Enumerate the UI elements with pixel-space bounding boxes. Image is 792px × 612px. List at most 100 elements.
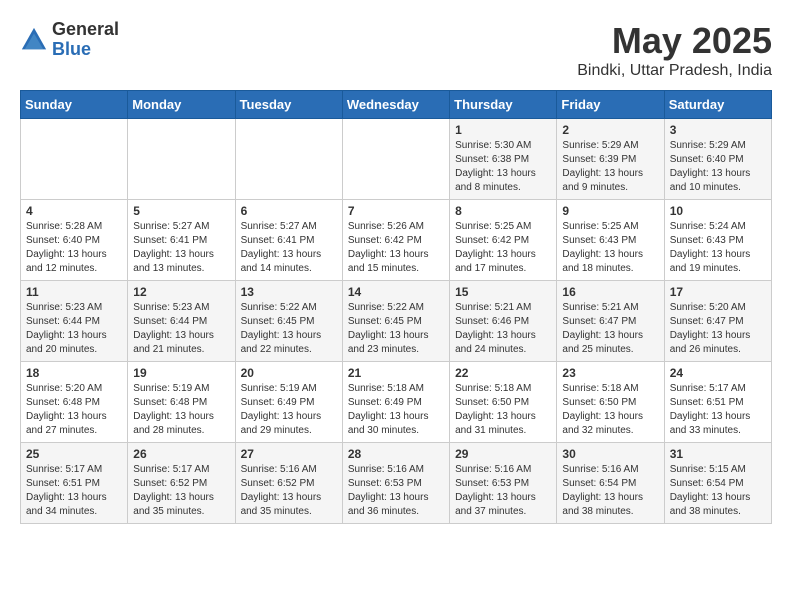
day-number: 21 — [348, 366, 444, 380]
calendar-cell: 4 Sunrise: 5:28 AM Sunset: 6:40 PM Daylig… — [21, 200, 128, 281]
calendar-week-5: 25 Sunrise: 5:17 AM Sunset: 6:51 PM Dayli… — [21, 443, 772, 524]
day-info: Sunrise: 5:22 AM Sunset: 6:45 PM Dayligh… — [241, 301, 337, 357]
calendar-week-4: 18 Sunrise: 5:20 AM Sunset: 6:48 PM Dayli… — [21, 362, 772, 443]
day-number: 26 — [133, 447, 229, 461]
day-number: 15 — [455, 285, 551, 299]
day-info: Sunrise: 5:17 AM Sunset: 6:51 PM Dayligh… — [26, 463, 122, 519]
calendar-cell: 25 Sunrise: 5:17 AM Sunset: 6:51 PM Dayli… — [21, 443, 128, 524]
day-number: 10 — [670, 204, 766, 218]
day-info: Sunrise: 5:16 AM Sunset: 6:53 PM Dayligh… — [348, 463, 444, 519]
day-number: 12 — [133, 285, 229, 299]
calendar-cell: 17Sunrise: 5:20 AM Sunset: 6:47 PM Dayli… — [664, 281, 771, 362]
calendar-cell: 20 Sunrise: 5:19 AM Sunset: 6:49 PM Dayli… — [235, 362, 342, 443]
calendar-cell: 24Sunrise: 5:17 AM Sunset: 6:51 PM Dayli… — [664, 362, 771, 443]
title-block: May 2025 Bindki, Uttar Pradesh, India — [577, 20, 772, 80]
day-info: Sunrise: 5:25 AM Sunset: 6:42 PM Dayligh… — [455, 220, 551, 276]
day-info: Sunrise: 5:19 AM Sunset: 6:48 PM Dayligh… — [133, 382, 229, 438]
calendar-cell: 8 Sunrise: 5:25 AM Sunset: 6:42 PM Daylig… — [450, 200, 557, 281]
day-info: Sunrise: 5:18 AM Sunset: 6:50 PM Dayligh… — [455, 382, 551, 438]
day-info: Sunrise: 5:27 AM Sunset: 6:41 PM Dayligh… — [241, 220, 337, 276]
calendar-cell: 3 Sunrise: 5:29 AM Sunset: 6:40 PM Daylig… — [664, 119, 771, 200]
day-number: 13 — [241, 285, 337, 299]
header-monday: Monday — [128, 91, 235, 119]
logo-blue: Blue — [52, 40, 119, 60]
day-number: 23 — [562, 366, 658, 380]
day-info: Sunrise: 5:16 AM Sunset: 6:54 PM Dayligh… — [562, 463, 658, 519]
calendar-cell: 5 Sunrise: 5:27 AM Sunset: 6:41 PM Daylig… — [128, 200, 235, 281]
calendar-cell: 27 Sunrise: 5:16 AM Sunset: 6:52 PM Dayli… — [235, 443, 342, 524]
day-info: Sunrise: 5:27 AM Sunset: 6:41 PM Dayligh… — [133, 220, 229, 276]
logo: General Blue — [20, 20, 119, 60]
day-number: 31 — [670, 447, 766, 461]
day-number: 27 — [241, 447, 337, 461]
calendar-cell: 31 Sunrise: 5:15 AM Sunset: 6:54 PM Dayli… — [664, 443, 771, 524]
day-info: Sunrise: 5:19 AM Sunset: 6:49 PM Dayligh… — [241, 382, 337, 438]
calendar-cell: 26 Sunrise: 5:17 AM Sunset: 6:52 PM Dayli… — [128, 443, 235, 524]
day-number: 30 — [562, 447, 658, 461]
day-info: Sunrise: 5:17 AM Sunset: 6:52 PM Dayligh… — [133, 463, 229, 519]
calendar-cell — [235, 119, 342, 200]
day-number: 18 — [26, 366, 122, 380]
day-number: 22 — [455, 366, 551, 380]
day-number: 24 — [670, 366, 766, 380]
calendar-cell: 2 Sunrise: 5:29 AM Sunset: 6:39 PM Daylig… — [557, 119, 664, 200]
day-number: 28 — [348, 447, 444, 461]
logo-general: General — [52, 20, 119, 40]
calendar-cell: 10 Sunrise: 5:24 AM Sunset: 6:43 PM Dayli… — [664, 200, 771, 281]
header-sunday: Sunday — [21, 91, 128, 119]
day-info: Sunrise: 5:20 AM Sunset: 6:48 PM Dayligh… — [26, 382, 122, 438]
day-number: 4 — [26, 204, 122, 218]
header-thursday: Thursday — [450, 91, 557, 119]
day-info: Sunrise: 5:29 AM Sunset: 6:39 PM Dayligh… — [562, 139, 658, 195]
day-number: 19 — [133, 366, 229, 380]
day-info: Sunrise: 5:23 AM Sunset: 6:44 PM Dayligh… — [133, 301, 229, 357]
day-info: Sunrise: 5:21 AM Sunset: 6:47 PM Dayligh… — [562, 301, 658, 357]
calendar-cell: 15 Sunrise: 5:21 AM Sunset: 6:46 PM Dayli… — [450, 281, 557, 362]
logo-icon — [20, 26, 48, 54]
day-number: 7 — [348, 204, 444, 218]
day-info: Sunrise: 5:24 AM Sunset: 6:43 PM Dayligh… — [670, 220, 766, 276]
calendar-cell: 7 Sunrise: 5:26 AM Sunset: 6:42 PM Daylig… — [342, 200, 449, 281]
day-number: 5 — [133, 204, 229, 218]
calendar-cell: 1 Sunrise: 5:30 AM Sunset: 6:38 PM Daylig… — [450, 119, 557, 200]
day-number: 2 — [562, 123, 658, 137]
calendar-cell: 16Sunrise: 5:21 AM Sunset: 6:47 PM Dayli… — [557, 281, 664, 362]
day-info: Sunrise: 5:22 AM Sunset: 6:45 PM Dayligh… — [348, 301, 444, 357]
day-number: 11 — [26, 285, 122, 299]
calendar-cell: 13 Sunrise: 5:22 AM Sunset: 6:45 PM Dayli… — [235, 281, 342, 362]
day-number: 3 — [670, 123, 766, 137]
calendar-table: SundayMondayTuesdayWednesdayThursdayFrid… — [20, 90, 772, 524]
calendar-week-2: 4 Sunrise: 5:28 AM Sunset: 6:40 PM Daylig… — [21, 200, 772, 281]
day-number: 6 — [241, 204, 337, 218]
calendar-cell: 22 Sunrise: 5:18 AM Sunset: 6:50 PM Dayli… — [450, 362, 557, 443]
day-info: Sunrise: 5:28 AM Sunset: 6:40 PM Dayligh… — [26, 220, 122, 276]
day-number: 9 — [562, 204, 658, 218]
day-number: 8 — [455, 204, 551, 218]
calendar-cell: 28 Sunrise: 5:16 AM Sunset: 6:53 PM Dayli… — [342, 443, 449, 524]
calendar-cell: 14 Sunrise: 5:22 AM Sunset: 6:45 PM Dayli… — [342, 281, 449, 362]
day-number: 20 — [241, 366, 337, 380]
day-info: Sunrise: 5:16 AM Sunset: 6:53 PM Dayligh… — [455, 463, 551, 519]
header-wednesday: Wednesday — [342, 91, 449, 119]
calendar-cell — [21, 119, 128, 200]
day-info: Sunrise: 5:20 AM Sunset: 6:47 PM Dayligh… — [670, 301, 766, 357]
page-header: General Blue May 2025 Bindki, Uttar Prad… — [20, 20, 772, 80]
day-info: Sunrise: 5:30 AM Sunset: 6:38 PM Dayligh… — [455, 139, 551, 195]
day-info: Sunrise: 5:26 AM Sunset: 6:42 PM Dayligh… — [348, 220, 444, 276]
day-info: Sunrise: 5:16 AM Sunset: 6:52 PM Dayligh… — [241, 463, 337, 519]
day-number: 14 — [348, 285, 444, 299]
day-info: Sunrise: 5:21 AM Sunset: 6:46 PM Dayligh… — [455, 301, 551, 357]
day-info: Sunrise: 5:23 AM Sunset: 6:44 PM Dayligh… — [26, 301, 122, 357]
calendar-cell: 6 Sunrise: 5:27 AM Sunset: 6:41 PM Daylig… — [235, 200, 342, 281]
day-info: Sunrise: 5:25 AM Sunset: 6:43 PM Dayligh… — [562, 220, 658, 276]
day-number: 1 — [455, 123, 551, 137]
calendar-header-row: SundayMondayTuesdayWednesdayThursdayFrid… — [21, 91, 772, 119]
calendar-cell: 29Sunrise: 5:16 AM Sunset: 6:53 PM Dayli… — [450, 443, 557, 524]
day-info: Sunrise: 5:15 AM Sunset: 6:54 PM Dayligh… — [670, 463, 766, 519]
day-number: 25 — [26, 447, 122, 461]
calendar-cell — [128, 119, 235, 200]
calendar-cell: 9 Sunrise: 5:25 AM Sunset: 6:43 PM Daylig… — [557, 200, 664, 281]
calendar-cell — [342, 119, 449, 200]
day-info: Sunrise: 5:29 AM Sunset: 6:40 PM Dayligh… — [670, 139, 766, 195]
calendar-cell: 23Sunrise: 5:18 AM Sunset: 6:50 PM Dayli… — [557, 362, 664, 443]
